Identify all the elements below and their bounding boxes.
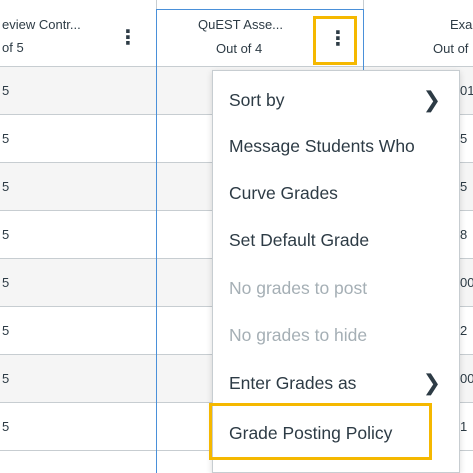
menu-item-set-default-grade[interactable]: Set Default Grade	[229, 230, 369, 251]
menu-item-label: Enter Grades as	[229, 373, 357, 393]
menu-item-message-students[interactable]: Message Students Who	[229, 136, 415, 157]
grade-cell[interactable]: 5	[2, 227, 9, 242]
grade-posting-policy-highlight	[209, 403, 432, 460]
column-options-icon[interactable]: ⋮	[118, 28, 138, 48]
column-title: eview Contr...	[2, 17, 81, 32]
grade-cell[interactable]: 5	[2, 275, 9, 290]
grade-cell[interactable]: 5	[460, 179, 467, 194]
grade-cell[interactable]: 2	[460, 323, 467, 338]
menu-item-hide-grades: No grades to hide	[229, 325, 368, 345]
chevron-right-icon: ❯	[422, 370, 441, 395]
grade-cell[interactable]: 01	[460, 83, 473, 98]
gradebook-grid: 5 01 5 5 5 5 5 8 5 00 5 2 5 00 5 1 eview…	[0, 0, 473, 473]
grade-cell[interactable]: 00	[460, 275, 473, 290]
column-points: of 5	[2, 40, 24, 55]
column-points: Out of	[433, 41, 469, 56]
column-header-exam[interactable]: Exar Out of	[364, 0, 473, 66]
grade-cell[interactable]: 8	[460, 227, 467, 242]
grade-cell[interactable]: 5	[2, 83, 9, 98]
kebab-highlight	[313, 16, 357, 65]
grade-cell[interactable]: 5	[2, 323, 9, 338]
menu-item-curve-grades[interactable]: Curve Grades	[229, 183, 338, 204]
grade-cell[interactable]: 5	[2, 419, 9, 434]
column-header-review[interactable]: eview Contr... of 5 ⋮	[0, 0, 156, 66]
menu-item-label: Sort by	[229, 90, 285, 110]
column-title: Exar	[450, 17, 473, 32]
grade-cell[interactable]: 5	[2, 371, 9, 386]
menu-item-sort-by[interactable]: Sort by ❯	[229, 87, 445, 112]
menu-item-post-grades: No grades to post	[229, 278, 368, 298]
grade-cell[interactable]: 5	[460, 131, 467, 146]
menu-item-enter-grades-as[interactable]: Enter Grades as ❯	[229, 370, 445, 395]
grade-cell[interactable]: 5	[2, 131, 9, 146]
chevron-right-icon: ❯	[422, 87, 441, 112]
grade-cell[interactable]: 1	[460, 419, 467, 434]
grade-cell[interactable]: 5	[2, 179, 9, 194]
grade-cell[interactable]: 00	[460, 371, 473, 386]
